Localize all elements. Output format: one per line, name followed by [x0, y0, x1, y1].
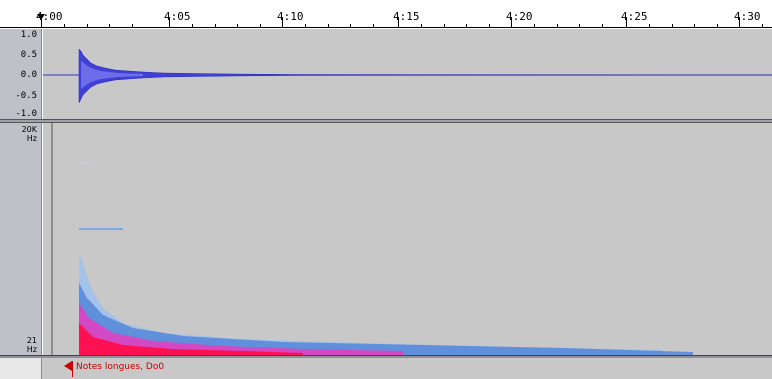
ruler-minor-tick: [579, 24, 581, 28]
amplitude-label: 0.5: [20, 50, 37, 60]
label-track[interactable]: Notes longues, Do0: [0, 358, 772, 379]
spectrogram-canvas[interactable]: [43, 123, 772, 355]
ruler-minor-tick: [86, 24, 88, 28]
label-track-header: [0, 358, 42, 379]
label-flag-icon[interactable]: [64, 361, 72, 371]
timeline-tick-label: 4:20: [506, 10, 533, 23]
amplitude-label: 0.0: [20, 70, 37, 80]
waveform-svg: [43, 48, 772, 104]
ruler-minor-tick: [694, 24, 696, 28]
amplitude-label: 1.0: [20, 30, 37, 40]
ruler-major-tick: [398, 18, 399, 28]
ruler-minor-tick: [350, 24, 352, 28]
ruler-major-tick: [511, 18, 512, 28]
ruler-minor-tick: [420, 24, 422, 28]
ruler-minor-tick: [489, 24, 491, 28]
ruler-minor-tick: [191, 24, 193, 28]
timeline-tick-label: 4:15: [393, 10, 420, 23]
spectrogram-svg: [51, 123, 693, 355]
timeline-ruler[interactable]: 4:00 4:05 4:10 4:15 4:20 4:25 4:30: [0, 0, 772, 28]
ruler-minor-tick: [443, 24, 445, 28]
ruler-minor-tick: [466, 24, 468, 28]
amplitude-ruler: 1.0 0.5 0.0 -0.5 -1.0: [0, 29, 42, 119]
timeline-tick-label: 4:30: [734, 10, 761, 23]
ruler-minor-tick: [260, 24, 262, 28]
ruler-major-tick: [282, 18, 283, 28]
ruler-major-tick: [41, 18, 42, 28]
ruler-minor-tick: [761, 24, 763, 28]
timeline-tick-label: 4:00: [36, 10, 63, 23]
ruler-minor-tick: [327, 24, 329, 28]
timeline-tick-label: 4:10: [277, 10, 304, 23]
ruler-minor-tick: [304, 24, 306, 28]
spectrogram-track[interactable]: 20K Hz 21 Hz: [0, 123, 772, 355]
ruler-minor-tick: [373, 24, 375, 28]
frequency-ruler: 20K Hz 21 Hz: [0, 123, 42, 355]
waveform-canvas[interactable]: [43, 29, 772, 119]
ruler-minor-tick: [214, 24, 216, 28]
frequency-top-label: 20K Hz: [21, 125, 37, 143]
ruler-minor-tick: [63, 24, 65, 28]
ruler-minor-tick: [717, 24, 719, 28]
ruler-major-tick: [739, 18, 740, 28]
frequency-bottom-label: 21 Hz: [26, 336, 37, 354]
label-position-line: [72, 361, 73, 377]
amplitude-label: -1.0: [15, 109, 37, 119]
waveform-envelope: [78, 48, 772, 104]
ruler-minor-tick: [602, 24, 604, 28]
ruler-major-tick: [169, 18, 170, 28]
label-text[interactable]: Notes longues, Do0: [76, 362, 164, 372]
ruler-minor-tick: [648, 24, 650, 28]
timeline-tick-label: 4:25: [621, 10, 648, 23]
ruler-minor-tick: [237, 24, 239, 28]
amplitude-label: -0.5: [15, 91, 37, 101]
ruler-minor-tick: [132, 24, 134, 28]
ruler-major-tick: [626, 18, 627, 28]
waveform-track[interactable]: 1.0 0.5 0.0 -0.5 -1.0: [0, 29, 772, 119]
ruler-minor-tick: [109, 24, 111, 28]
ruler-minor-tick: [533, 24, 535, 28]
timeline-tick-label: 4:05: [164, 10, 191, 23]
ruler-minor-tick: [556, 24, 558, 28]
ruler-minor-tick: [671, 24, 673, 28]
